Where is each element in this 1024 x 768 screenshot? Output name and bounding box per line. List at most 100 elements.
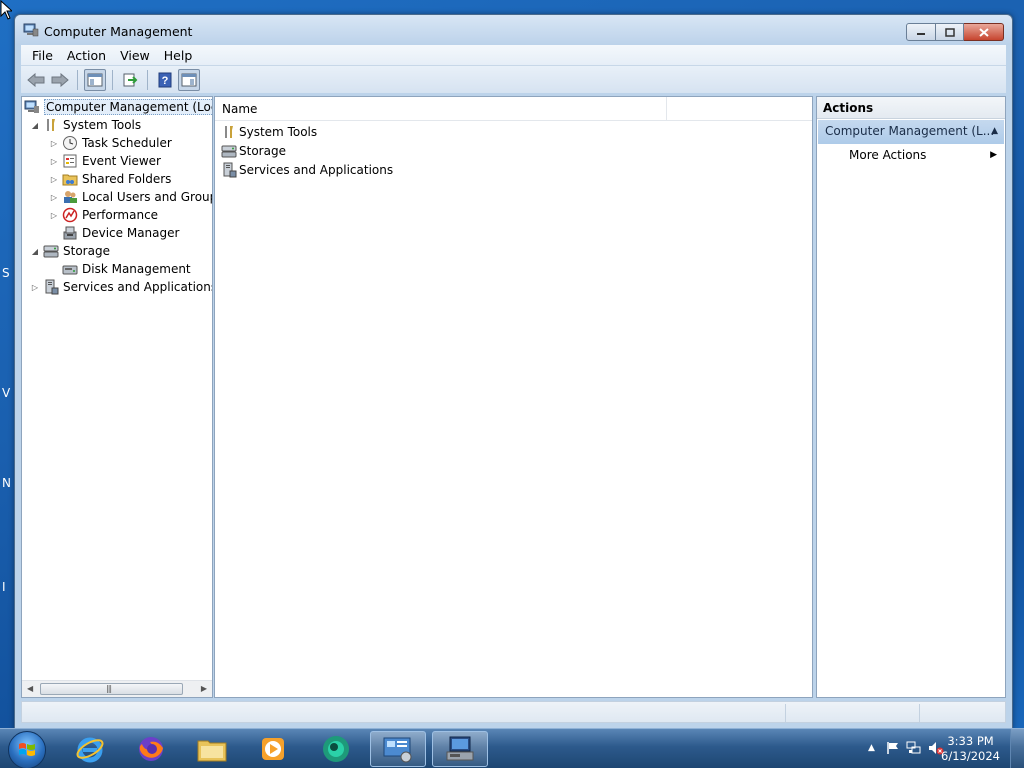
clock-date: 6/13/2024 — [941, 749, 1000, 763]
collapse-up-icon[interactable]: ▲ — [991, 126, 998, 136]
back-button[interactable] — [25, 69, 47, 91]
minimize-icon — [917, 33, 925, 35]
tree-item-local-users-groups[interactable]: ▷ Local Users and Groups — [49, 188, 212, 206]
expand-arrow-icon[interactable]: ▷ — [49, 175, 59, 184]
firefox-taskbar-button[interactable] — [123, 731, 179, 767]
tree-item-storage[interactable]: ◢ Storage — [30, 242, 110, 260]
action-center-flag-icon[interactable] — [886, 741, 900, 755]
desktop-icon-label: V — [2, 386, 11, 400]
actions-section-label: Computer Management (L... — [825, 124, 995, 138]
list-item-system-tools[interactable]: System Tools — [221, 123, 317, 141]
collapse-arrow-icon[interactable]: ◢ — [30, 247, 40, 256]
column-header-name[interactable]: Name — [222, 102, 257, 116]
app-taskbar-button[interactable] — [308, 731, 364, 767]
scroll-right-icon[interactable]: ▶ — [201, 684, 207, 693]
show-desktop-button[interactable] — [1010, 729, 1024, 768]
expand-arrow-icon[interactable]: ▷ — [49, 157, 59, 166]
computer-management-icon — [446, 736, 474, 761]
tools-icon — [47, 119, 55, 131]
minimize-button[interactable] — [906, 23, 936, 41]
horizontal-scrollbar[interactable]: ◀ ||| ▶ — [22, 680, 212, 697]
window-title: Computer Management — [44, 24, 193, 39]
tree-item-device-manager[interactable]: Device Manager — [62, 224, 179, 242]
tree-item-services-applications[interactable]: ▷ Services and Applications — [30, 278, 213, 296]
services-icon — [223, 162, 237, 178]
list-item-label: Services and Applications — [239, 163, 394, 177]
maximize-button[interactable] — [936, 23, 964, 41]
tree-item-label: System Tools — [63, 118, 142, 132]
taskbar: ▲ 3:33 PM 6/13/2024 — [0, 728, 1024, 768]
media-player-icon — [262, 738, 284, 760]
tree-item-label: Storage — [63, 244, 110, 258]
tree-item-label: Performance — [82, 208, 159, 222]
clock[interactable]: 3:33 PM 6/13/2024 — [941, 734, 1000, 764]
scroll-left-icon[interactable]: ◀ — [27, 684, 33, 693]
internet-explorer-taskbar-button[interactable] — [62, 731, 118, 767]
desktop-icon-label: I — [2, 580, 6, 594]
tree-item-label: Event Viewer — [82, 154, 161, 168]
tree-item-computer-management[interactable]: Computer Management (Local — [24, 98, 212, 116]
help-button[interactable]: ? — [154, 69, 176, 91]
tree-item-label: Device Manager — [82, 226, 180, 240]
results-pane: Name System Tools Storage Services and A… — [214, 96, 813, 698]
menu-view[interactable]: View — [113, 48, 157, 63]
file-explorer-taskbar-button[interactable] — [184, 731, 240, 767]
tree-item-system-tools[interactable]: ◢ System Tools — [30, 116, 141, 134]
expand-arrow-icon[interactable]: ▷ — [49, 139, 59, 148]
folder-icon — [197, 740, 227, 762]
media-player-taskbar-button[interactable] — [245, 731, 301, 767]
green-app-icon — [323, 736, 349, 762]
tree-item-task-scheduler[interactable]: ▷ Task Scheduler — [49, 134, 172, 152]
menu-file[interactable]: File — [25, 48, 60, 63]
users-icon — [64, 191, 77, 203]
toolbar: ? — [21, 65, 1006, 93]
more-actions-link[interactable]: More Actions — [849, 148, 926, 162]
action-pane-icon — [181, 73, 197, 86]
network-icon[interactable] — [906, 741, 922, 755]
submenu-arrow-icon: ▶ — [990, 150, 997, 160]
event-viewer-icon — [63, 154, 77, 168]
tools-icon — [225, 126, 233, 138]
shared-folder-icon — [62, 174, 78, 186]
mouse-pointer-icon — [0, 0, 12, 20]
computer-management-taskbar-button[interactable] — [432, 731, 488, 767]
menu-help[interactable]: Help — [157, 48, 200, 63]
control-panel-icon — [383, 737, 412, 763]
show-hidden-icons-icon[interactable]: ▲ — [868, 743, 875, 753]
list-item-services-applications[interactable]: Services and Applications — [221, 161, 393, 179]
desktop-icon-label: N — [2, 476, 11, 490]
tree-item-shared-folders[interactable]: ▷ Shared Folders — [49, 170, 171, 188]
collapse-arrow-icon[interactable]: ◢ — [30, 121, 40, 130]
menu-action[interactable]: Action — [60, 48, 113, 63]
list-item-storage[interactable]: Storage — [221, 142, 286, 160]
close-button[interactable] — [964, 23, 1004, 41]
desktop-icon-label: S — [2, 266, 10, 280]
tree-item-performance[interactable]: ▷ Performance — [49, 206, 158, 224]
tree-item-disk-management[interactable]: Disk Management — [62, 260, 191, 278]
export-list-icon — [123, 73, 138, 86]
computer-management-icon — [24, 100, 39, 113]
scroll-thumb[interactable]: ||| — [40, 683, 183, 695]
tree-item-event-viewer[interactable]: ▷ Event Viewer — [49, 152, 161, 170]
maximize-icon — [944, 27, 955, 37]
export-list-button[interactable] — [119, 69, 141, 91]
performance-icon — [62, 207, 78, 223]
show-hide-action-pane-button[interactable] — [178, 68, 200, 91]
firefox-icon — [139, 737, 163, 761]
forward-arrow-icon — [51, 72, 69, 87]
show-hide-console-tree-button[interactable] — [84, 68, 106, 91]
back-arrow-icon — [27, 72, 45, 87]
tree-item-label: Disk Management — [82, 262, 191, 276]
actions-section-header[interactable]: Computer Management (L... ▲ — [818, 120, 1004, 144]
forward-button[interactable] — [49, 69, 71, 91]
clock-time: 3:33 PM — [947, 734, 994, 748]
title-bar[interactable]: Computer Management — [15, 15, 1012, 45]
computer-management-icon — [23, 23, 39, 37]
storage-icon — [221, 145, 237, 158]
start-button[interactable] — [8, 731, 46, 768]
expand-arrow-icon[interactable]: ▷ — [49, 193, 59, 202]
tree-item-label: Services and Applications — [63, 280, 213, 294]
expand-arrow-icon[interactable]: ▷ — [30, 283, 40, 292]
control-panel-taskbar-button[interactable] — [370, 731, 426, 767]
expand-arrow-icon[interactable]: ▷ — [49, 211, 59, 220]
